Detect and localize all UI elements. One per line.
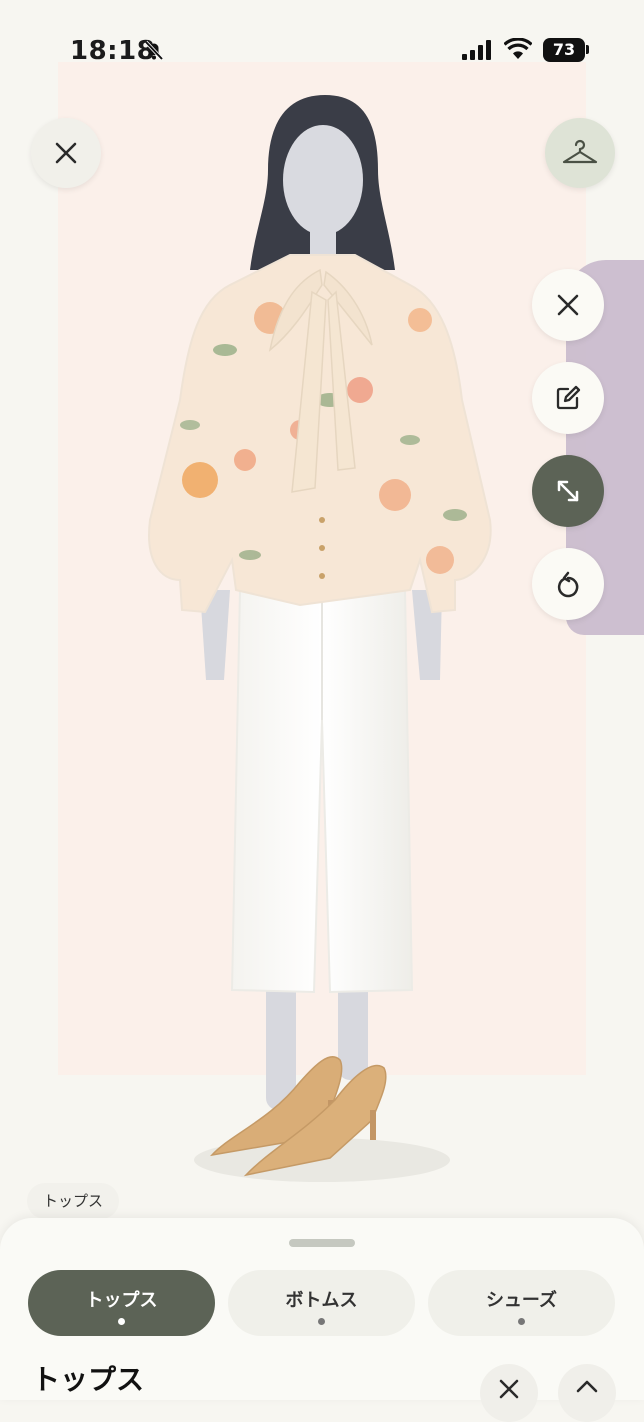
section-title: トップス <box>32 1363 145 1396</box>
tab-label: トップス <box>85 1290 158 1311</box>
tab-label: ボトムス <box>285 1290 358 1311</box>
tab-indicator-dot <box>518 1318 525 1325</box>
tab-bottoms[interactable]: ボトムス <box>228 1270 415 1336</box>
wifi-icon <box>504 38 532 59</box>
close-icon <box>499 1379 519 1399</box>
bottom-sheet: トップス ボトムス シューズ トップス <box>0 1218 644 1422</box>
edit-icon <box>556 385 581 410</box>
expand-sheet-button[interactable] <box>558 1364 616 1422</box>
mannequin-outfit-image <box>148 95 492 1182</box>
signal-icon <box>462 40 491 60</box>
reset-icon <box>557 571 579 598</box>
resize-button[interactable] <box>532 455 604 527</box>
edit-button[interactable] <box>532 362 604 434</box>
close-button[interactable] <box>31 118 101 188</box>
sheet-grabber[interactable] <box>289 1239 355 1247</box>
tab-indicator-dot <box>318 1318 325 1325</box>
tab-label: シューズ <box>485 1290 558 1311</box>
battery-cap <box>586 45 589 54</box>
battery-indicator: 73 <box>543 38 585 62</box>
bell-muted-icon <box>144 40 164 61</box>
tab-tops[interactable]: トップス <box>28 1270 215 1336</box>
tab-indicator-dot <box>118 1318 125 1325</box>
wardrobe-button[interactable] <box>545 118 615 188</box>
chevron-up-icon <box>576 1380 598 1393</box>
close-icon <box>55 142 77 164</box>
remove-item-button[interactable] <box>532 269 604 341</box>
close-icon <box>557 294 579 316</box>
tab-shoes[interactable]: シューズ <box>428 1270 615 1336</box>
expand-icon <box>557 480 579 502</box>
clear-category-button[interactable] <box>480 1364 538 1422</box>
hanger-icon <box>562 139 598 164</box>
reset-button[interactable] <box>532 548 604 620</box>
category-badge: トップス <box>27 1183 120 1219</box>
